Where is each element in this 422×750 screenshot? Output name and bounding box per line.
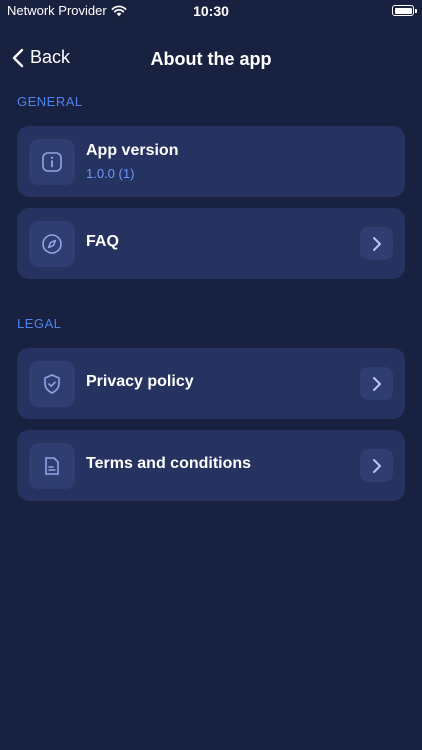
- section-header-legal: LEGAL: [17, 316, 62, 331]
- terms-and-conditions-title: Terms and conditions: [86, 455, 252, 472]
- terms-and-conditions-row[interactable]: Terms and conditions: [17, 430, 405, 501]
- shield-check-icon: [29, 361, 75, 407]
- navigation-bar: Back About the app: [0, 40, 422, 76]
- page-title: About the app: [150, 49, 272, 69]
- info-icon: [29, 139, 75, 185]
- app-version-title: App version: [86, 142, 179, 159]
- battery-icon: [392, 5, 417, 16]
- privacy-policy-row[interactable]: Privacy policy: [17, 348, 405, 419]
- faq-title: FAQ: [86, 233, 119, 250]
- chevron-right-icon: [360, 449, 393, 482]
- chevron-right-icon: [360, 367, 393, 400]
- chevron-right-icon: [360, 227, 393, 260]
- document-icon: [29, 443, 75, 489]
- privacy-policy-title: Privacy policy: [86, 373, 194, 390]
- app-version-row[interactable]: App version 1.0.0 (1): [17, 126, 405, 197]
- status-time: 10:30: [193, 3, 229, 19]
- status-bar: Network Provider 10:30: [0, 0, 422, 22]
- app-version-value: 1.0.0 (1): [86, 166, 135, 181]
- compass-icon: [29, 221, 75, 267]
- section-header-general: GENERAL: [17, 94, 83, 109]
- faq-row[interactable]: FAQ: [17, 208, 405, 279]
